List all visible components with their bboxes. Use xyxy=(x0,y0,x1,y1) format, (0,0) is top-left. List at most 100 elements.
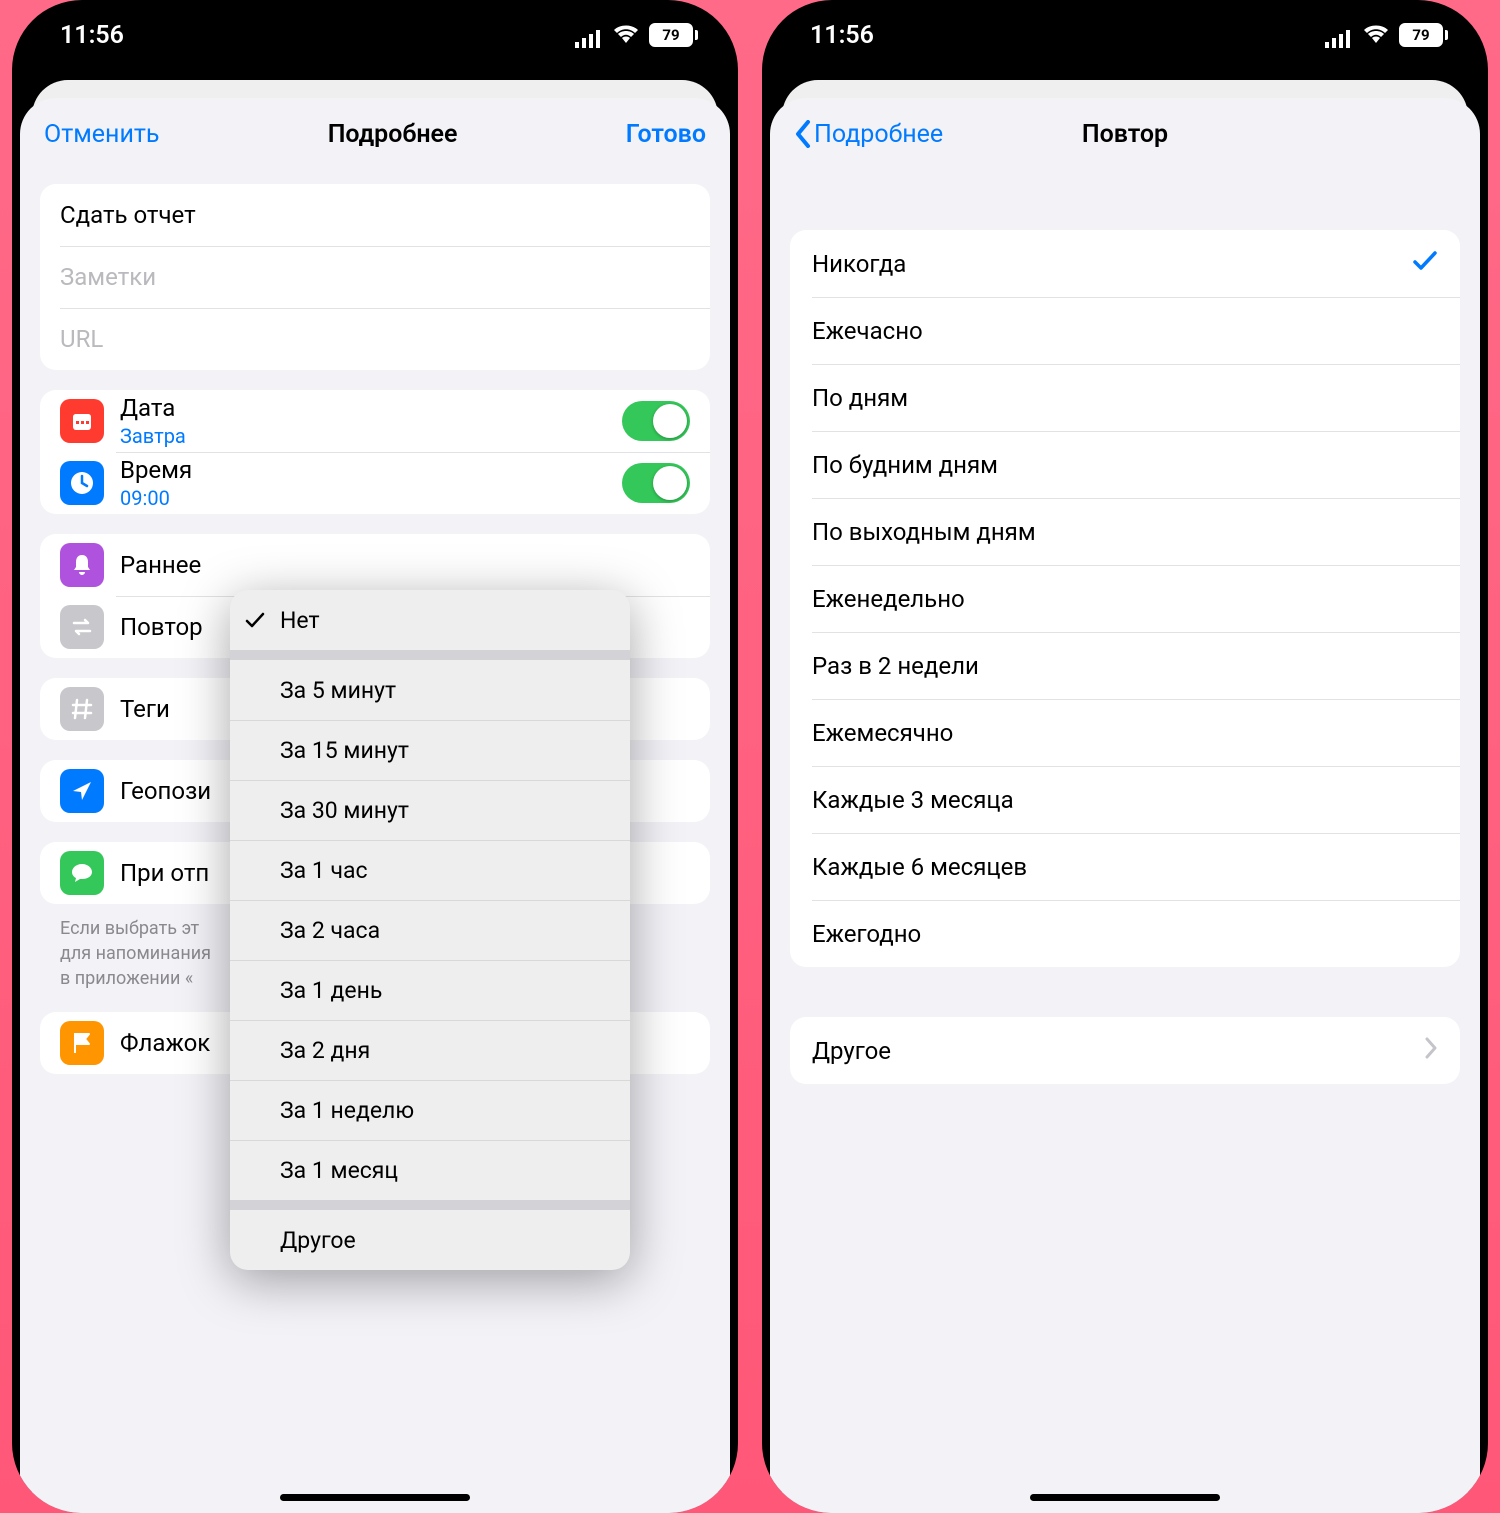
dropdown-item[interactable]: За 1 день xyxy=(230,960,630,1020)
repeat-option[interactable]: По дням xyxy=(790,364,1460,431)
time-value: 09:00 xyxy=(120,486,622,510)
cellular-icon xyxy=(1325,26,1353,44)
dropdown-item-label: За 1 неделю xyxy=(280,1097,414,1124)
clock-icon xyxy=(60,461,104,505)
repeat-option[interactable]: Ежемесячно xyxy=(790,699,1460,766)
done-button[interactable]: Готово xyxy=(626,120,706,149)
flag-icon xyxy=(60,1021,104,1065)
repeat-other-label: Другое xyxy=(812,1037,891,1065)
dropdown-item-other[interactable]: Другое xyxy=(230,1210,630,1270)
dropdown-item[interactable]: За 1 неделю xyxy=(230,1080,630,1140)
location-arrow-icon xyxy=(60,769,104,813)
details-sheet: Отменить Подробнее Готово xyxy=(20,98,730,1513)
repeat-content: Никогда Ежечасно По дням По будним дням … xyxy=(770,170,1480,1513)
navbar: Подробнее Повтор xyxy=(770,98,1480,170)
early-reminder-dropdown: Нет За 5 минут За 15 минут За 30 минут З… xyxy=(230,590,630,1270)
dropdown-item[interactable]: За 2 часа xyxy=(230,900,630,960)
repeat-option[interactable]: Еженедельно xyxy=(790,565,1460,632)
repeat-option-label: Ежечасно xyxy=(812,317,923,345)
repeat-other-group: Другое xyxy=(790,1017,1460,1084)
dropdown-item-label: За 1 час xyxy=(280,857,368,884)
status-bar: 11:56 79 xyxy=(762,0,1488,70)
group-text-fields xyxy=(40,184,710,370)
status-right: 79 xyxy=(575,21,698,50)
repeat-option-label: По дням xyxy=(812,384,908,412)
page-title: Повтор xyxy=(1082,120,1168,149)
date-value: Завтра xyxy=(120,424,622,448)
repeat-icon xyxy=(60,605,104,649)
dropdown-item[interactable]: За 30 минут xyxy=(230,780,630,840)
repeat-option-label: По будним дням xyxy=(812,451,998,479)
calendar-icon xyxy=(60,399,104,443)
time-row[interactable]: Время 09:00 xyxy=(40,452,710,514)
navbar: Отменить Подробнее Готово xyxy=(20,98,730,170)
repeat-option[interactable]: По будним дням xyxy=(790,431,1460,498)
back-button[interactable]: Подробнее xyxy=(794,120,943,149)
status-right: 79 xyxy=(1325,21,1448,50)
notes-input[interactable] xyxy=(60,263,690,291)
chevron-right-icon xyxy=(1424,1037,1438,1065)
dropdown-item-label: Нет xyxy=(280,607,320,634)
repeat-option-label: Еженедельно xyxy=(812,585,965,613)
battery-icon: 79 xyxy=(1399,23,1448,47)
wifi-icon xyxy=(1363,21,1389,50)
early-label: Раннее xyxy=(120,551,690,579)
repeat-options-group: Никогда Ежечасно По дням По будним дням … xyxy=(790,230,1460,967)
page-title: Подробнее xyxy=(328,120,458,149)
dropdown-item-label: За 1 день xyxy=(280,977,382,1004)
url-input[interactable] xyxy=(60,325,690,353)
repeat-option[interactable]: Ежегодно xyxy=(790,900,1460,967)
repeat-option[interactable]: Каждые 3 месяца xyxy=(790,766,1460,833)
dropdown-item[interactable]: За 1 месяц xyxy=(230,1140,630,1200)
repeat-option[interactable]: Никогда xyxy=(790,230,1460,297)
repeat-option-label: Никогда xyxy=(812,250,906,278)
dropdown-item[interactable]: За 15 минут xyxy=(230,720,630,780)
dropdown-item[interactable]: Нет xyxy=(230,590,630,650)
bell-icon xyxy=(60,543,104,587)
cancel-button[interactable]: Отменить xyxy=(44,120,159,149)
time-toggle[interactable] xyxy=(622,463,690,503)
repeat-option-label: Раз в 2 недели xyxy=(812,652,979,680)
message-icon xyxy=(60,851,104,895)
hash-icon xyxy=(60,687,104,731)
repeat-sheet: Подробнее Повтор Никогда Ежечасно По дня… xyxy=(770,98,1480,1513)
wifi-icon xyxy=(613,21,639,50)
dropdown-item-label: Другое xyxy=(280,1227,356,1254)
date-label: Дата xyxy=(120,394,622,422)
title-field-row[interactable] xyxy=(40,184,710,246)
repeat-option-label: Ежегодно xyxy=(812,920,921,948)
dropdown-item-label: За 2 часа xyxy=(280,917,380,944)
chevron-left-icon xyxy=(794,120,812,148)
repeat-option[interactable]: По выходным дням xyxy=(790,498,1460,565)
date-toggle[interactable] xyxy=(622,401,690,441)
dropdown-separator xyxy=(230,650,630,660)
dropdown-item[interactable]: За 2 дня xyxy=(230,1020,630,1080)
repeat-option-label: Каждые 3 месяца xyxy=(812,786,1014,814)
sheet-stack: Подробнее Повтор Никогда Ежечасно По дня… xyxy=(762,80,1488,1513)
repeat-option[interactable]: Каждые 6 месяцев xyxy=(790,833,1460,900)
repeat-option[interactable]: Раз в 2 недели xyxy=(790,632,1460,699)
status-time: 11:56 xyxy=(810,21,874,50)
date-row[interactable]: Дата Завтра xyxy=(40,390,710,452)
repeat-option-label: Ежемесячно xyxy=(812,719,953,747)
home-indicator[interactable] xyxy=(280,1494,470,1501)
early-reminder-row[interactable]: Раннее xyxy=(40,534,710,596)
dropdown-item[interactable]: За 5 минут xyxy=(230,660,630,720)
battery-level: 79 xyxy=(649,23,693,47)
dropdown-item-label: За 2 дня xyxy=(280,1037,370,1064)
dropdown-item[interactable]: За 1 час xyxy=(230,840,630,900)
time-label: Время xyxy=(120,456,622,484)
back-label: Подробнее xyxy=(814,120,943,149)
cellular-icon xyxy=(575,26,603,44)
home-indicator[interactable] xyxy=(1030,1494,1220,1501)
check-icon xyxy=(244,609,266,631)
notes-field-row[interactable] xyxy=(40,246,710,308)
repeat-option[interactable]: Ежечасно xyxy=(790,297,1460,364)
dropdown-item-label: За 1 месяц xyxy=(280,1157,398,1184)
status-time: 11:56 xyxy=(60,21,124,50)
url-field-row[interactable] xyxy=(40,308,710,370)
dropdown-separator xyxy=(230,1200,630,1210)
title-input[interactable] xyxy=(60,201,690,229)
status-bar: 11:56 79 xyxy=(12,0,738,70)
repeat-other-row[interactable]: Другое xyxy=(790,1017,1460,1084)
